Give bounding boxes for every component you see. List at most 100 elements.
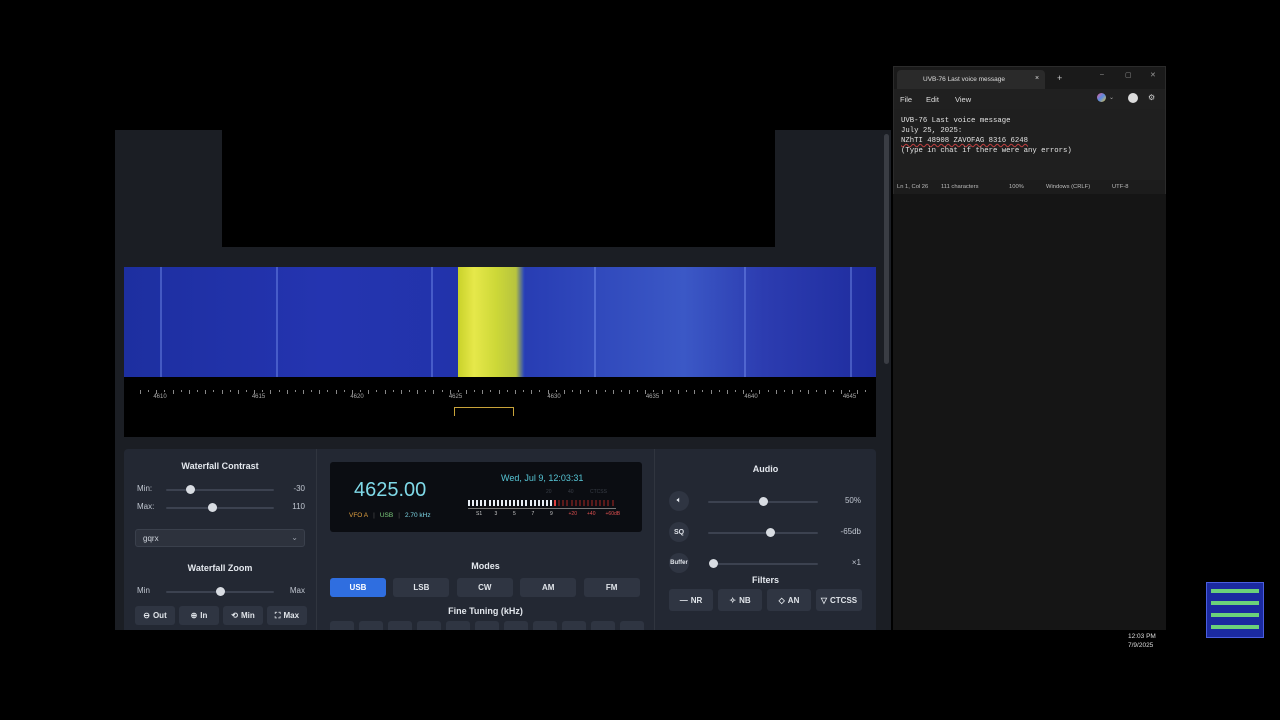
- thumbnail-stripe: [1211, 625, 1259, 629]
- zoom-in-button[interactable]: ⊕ In: [179, 606, 219, 625]
- character-count: 111 characters: [941, 184, 979, 190]
- maximize-window-icon[interactable]: ▢: [1125, 71, 1132, 79]
- mode-lsb-button[interactable]: LSB: [393, 578, 450, 597]
- buffer-button[interactable]: Buffer: [669, 553, 689, 573]
- frequency-axis[interactable]: 4610 4615 4620 4625 4630 4635 4640 4645: [124, 377, 876, 437]
- slider-knob[interactable]: [759, 497, 768, 506]
- axis-label: 4645: [842, 394, 857, 400]
- menu-edit[interactable]: Edit: [926, 95, 939, 104]
- zoom-button-label: Min: [240, 611, 255, 620]
- axis-tick: [286, 390, 288, 394]
- fine-tune-button[interactable]: [620, 621, 644, 630]
- fine-tune-button[interactable]: [533, 621, 557, 630]
- zoom-out-button[interactable]: ⊖ Out: [135, 606, 175, 625]
- zoom-slider[interactable]: [166, 587, 274, 596]
- fine-tune-button[interactable]: [562, 621, 586, 630]
- filter-nb-button[interactable]: ✧ NB: [718, 589, 762, 611]
- meter-segment: [545, 500, 548, 506]
- axis-tick: [148, 390, 150, 392]
- slider-knob[interactable]: [185, 485, 195, 494]
- axis-tick: [531, 390, 533, 394]
- settings-gear-icon[interactable]: ⚙: [1148, 93, 1155, 102]
- fine-tune-button[interactable]: [504, 621, 528, 630]
- control-panels: Waterfall Contrast Min: -30 Max: 110 gqr…: [124, 449, 876, 630]
- mode-am-button[interactable]: AM: [520, 578, 577, 597]
- meter-bars: [468, 500, 616, 506]
- taskbar-clock[interactable]: 12:03 PM 7/9/2025: [1128, 632, 1156, 650]
- waterfall-trace: [160, 267, 162, 377]
- slider-knob[interactable]: [216, 587, 225, 596]
- meter-segment: [492, 500, 495, 506]
- axis-tick: [514, 390, 516, 394]
- buffer-slider[interactable]: [709, 559, 818, 568]
- clock-time: 12:03 PM: [1128, 633, 1156, 640]
- axis-tick: [816, 390, 818, 392]
- contrast-min-slider[interactable]: [166, 485, 274, 494]
- slider-knob[interactable]: [709, 559, 718, 568]
- slider-knob[interactable]: [208, 503, 218, 512]
- mode-usb-button[interactable]: USB: [330, 578, 386, 597]
- axis-tick: [726, 390, 728, 394]
- passband-marker[interactable]: [454, 407, 514, 416]
- filter-label: NB: [739, 595, 751, 605]
- minimize-window-icon[interactable]: –: [1100, 71, 1104, 78]
- axis-tick: [188, 390, 190, 394]
- filter-nr-button[interactable]: — NR: [669, 589, 713, 611]
- fine-tune-button[interactable]: [417, 621, 441, 630]
- spectrum-area: [222, 130, 775, 247]
- notepad-text-area[interactable]: UVB-76 Last voice message July 25, 2025: N…: [901, 116, 1072, 156]
- fine-tune-button[interactable]: [330, 621, 354, 630]
- squelch-slider[interactable]: [708, 528, 818, 537]
- scrollbar[interactable]: [884, 134, 889, 364]
- notepad-tab[interactable]: UVB-76 Last voice message ×: [897, 70, 1045, 89]
- axis-label: 4610: [153, 394, 167, 400]
- fine-tune-button[interactable]: [446, 621, 470, 630]
- slider-knob[interactable]: [765, 528, 775, 537]
- mode-cw-button[interactable]: CW: [456, 578, 513, 597]
- meter-segment: [537, 500, 540, 506]
- axis-label: 4630: [547, 394, 561, 400]
- meter-segment: [574, 500, 577, 506]
- axis-tick: [474, 390, 476, 392]
- s-meter: 20 40 CTCSS S1 3 5 7 9 +20 +40 +60dB: [468, 489, 620, 522]
- fine-tune-button[interactable]: [359, 621, 383, 630]
- squelch-button[interactable]: SQ: [669, 522, 689, 542]
- axis-tick: [408, 390, 410, 392]
- meter-segment: [521, 500, 524, 506]
- account-icon[interactable]: [1128, 93, 1138, 103]
- filter-ctcss-button[interactable]: ▽ CTCSS: [816, 589, 862, 611]
- chevron-down-icon[interactable]: ⌄: [1109, 94, 1114, 101]
- new-tab-icon[interactable]: +: [1057, 73, 1062, 83]
- axis-tick: [539, 390, 541, 392]
- frequency-readout[interactable]: 4625.00: [354, 479, 426, 502]
- waterfall-trace: [850, 267, 852, 377]
- axis-tick: [294, 390, 296, 392]
- meter-segment: [599, 500, 602, 506]
- zoom-max-button[interactable]: ⛶ Max: [267, 606, 307, 625]
- mode-fm-button[interactable]: FM: [583, 578, 640, 597]
- line-endings: Windows (CRLF): [1046, 184, 1091, 190]
- menu-view[interactable]: View: [955, 95, 971, 104]
- fine-tune-button[interactable]: [475, 621, 499, 630]
- close-tab-icon[interactable]: ×: [1035, 75, 1039, 82]
- close-window-icon[interactable]: ✕: [1150, 71, 1156, 79]
- fine-tune-button[interactable]: [388, 621, 412, 630]
- buffer-label: Buffer: [670, 560, 688, 566]
- volume-slider[interactable]: [708, 497, 818, 506]
- axis-tick: [425, 390, 427, 392]
- zoom-min-button[interactable]: ⟲ Min: [223, 606, 263, 625]
- fine-tune-button[interactable]: [591, 621, 615, 630]
- menu-file[interactable]: File: [900, 95, 912, 104]
- waterfall-display[interactable]: 4610 4615 4620 4625 4630 4635 4640 4645: [124, 267, 876, 437]
- speaker-icon[interactable]: 🔈︎: [669, 491, 689, 511]
- contrast-max-slider[interactable]: [166, 503, 274, 512]
- radio-panel: 4625.00 VFO A | USB | 2.70 kHz Wed, Jul …: [317, 449, 655, 630]
- waterfall[interactable]: [124, 267, 876, 377]
- zoom-button-label: In: [200, 611, 208, 620]
- axis-tick: [596, 390, 598, 394]
- filter-an-button[interactable]: ◇ AN: [767, 589, 811, 611]
- copilot-icon[interactable]: [1097, 93, 1106, 102]
- meter-segment: [595, 500, 598, 506]
- meter-scale-label: 7: [531, 511, 535, 517]
- palette-select[interactable]: gqrx ⌄: [135, 529, 305, 547]
